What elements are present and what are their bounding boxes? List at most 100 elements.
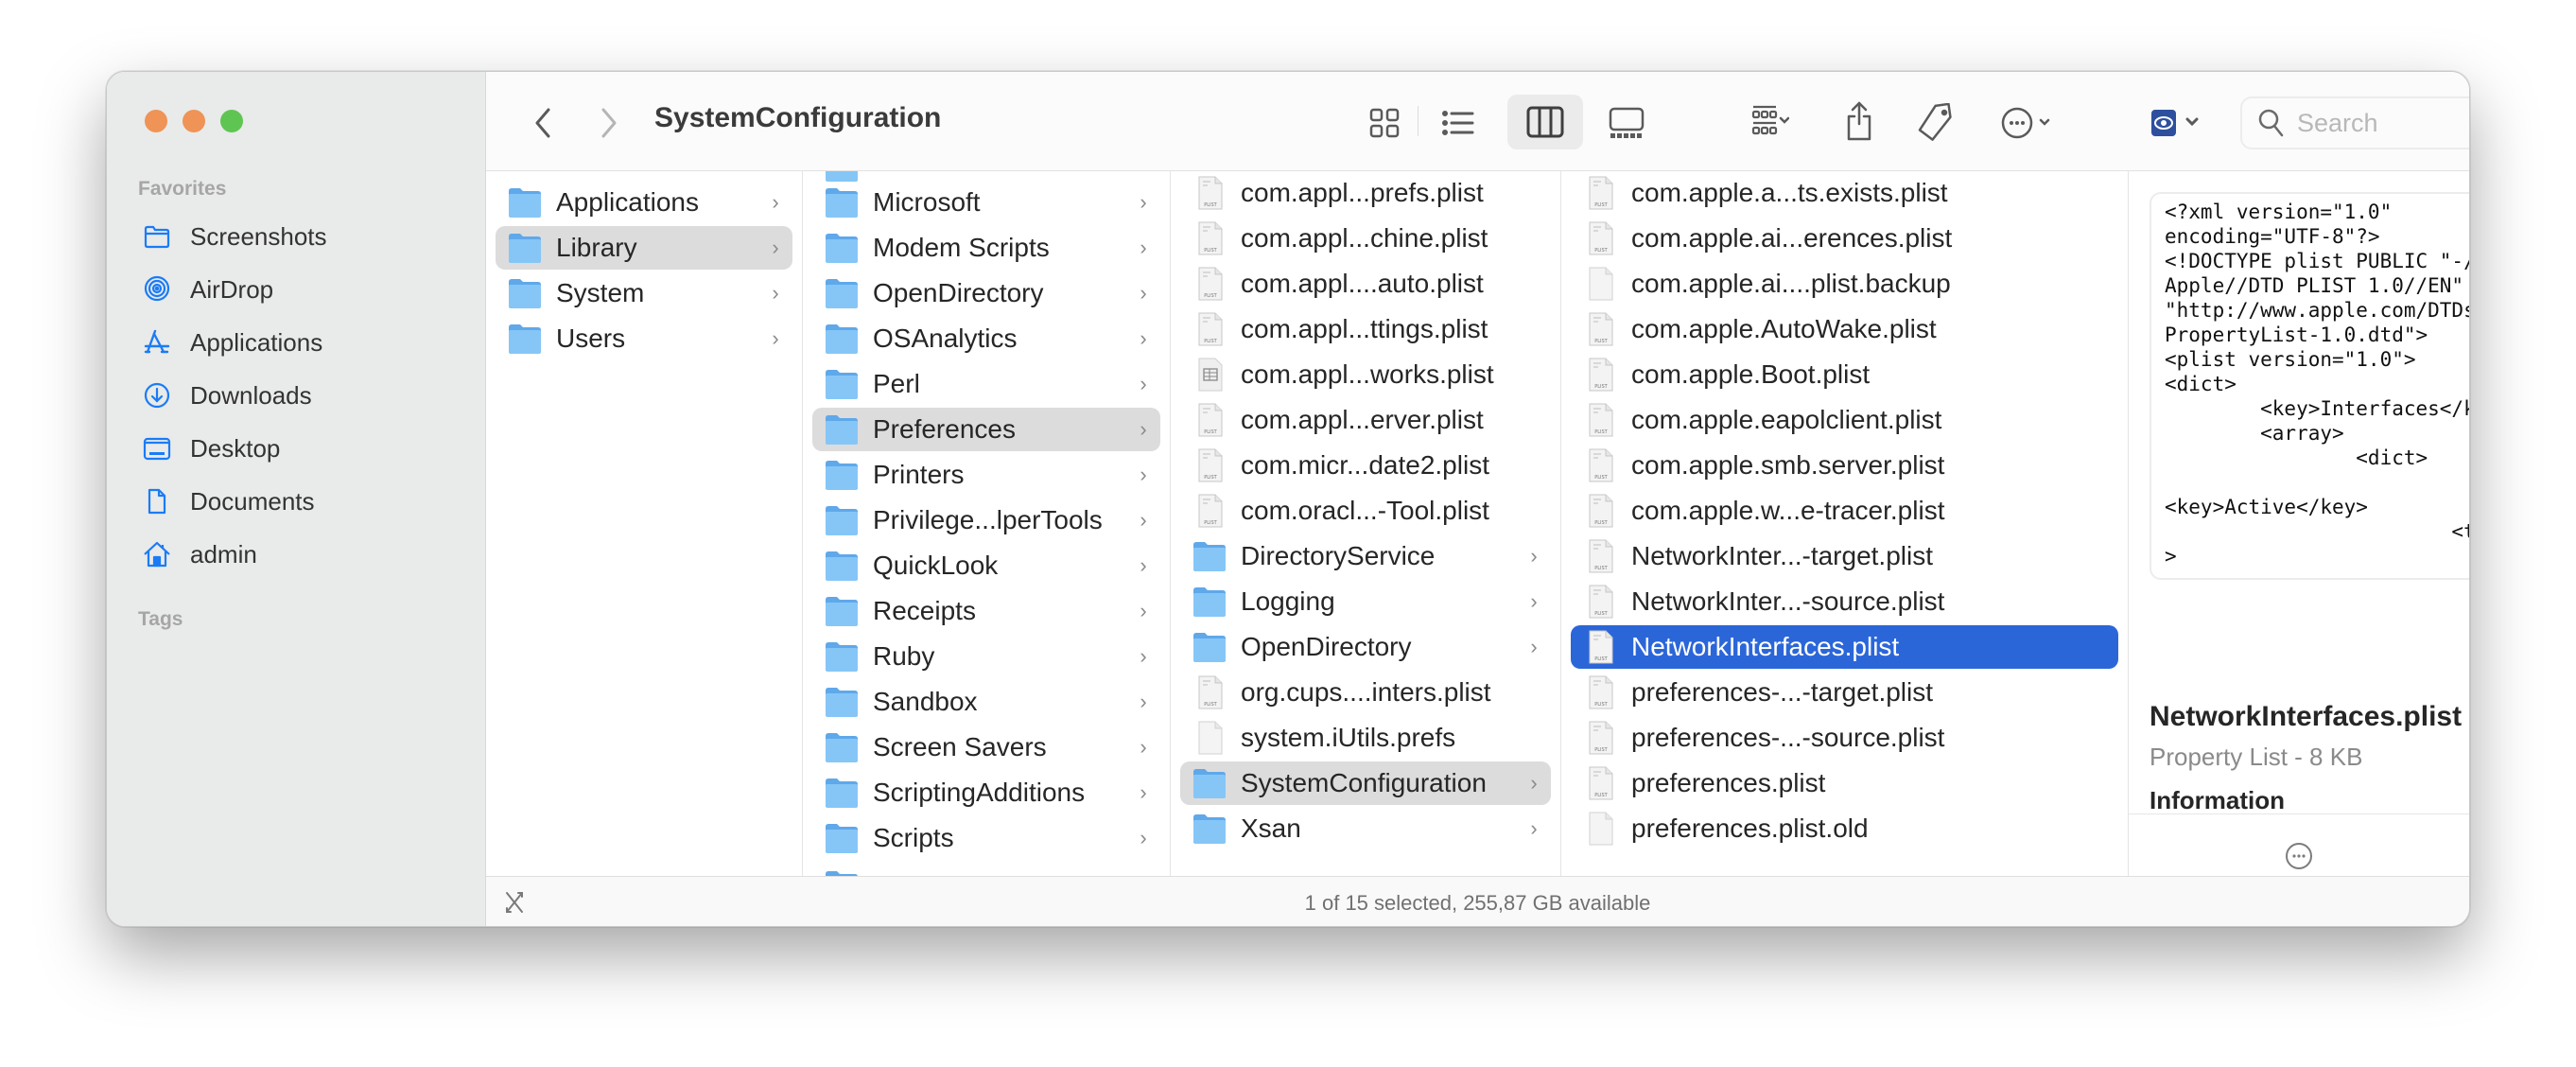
information-heading: Information — [2150, 786, 2285, 811]
sidebar-item-desktop[interactable]: Desktop — [130, 422, 470, 475]
folder-row[interactable]: Sandbox › — [812, 680, 1160, 724]
file-row[interactable]: PLIST com.appl...ttings.plist — [1180, 307, 1551, 351]
forward-button[interactable] — [592, 104, 626, 142]
close-button[interactable] — [145, 110, 167, 132]
file-row[interactable]: PLIST com.apple.eapolclient.plist — [1571, 398, 2118, 442]
plist-file-icon: PLIST — [1192, 267, 1227, 301]
preview-toggle-button[interactable] — [2147, 102, 2213, 144]
file-row[interactable]: PLIST preferences-...-target.plist — [1571, 671, 2118, 714]
icon-view-button[interactable] — [1360, 98, 1409, 148]
column-2[interactable]: Microsoft › Modem Scripts › OpenDirectory › OS… — [803, 171, 1171, 876]
folder-row[interactable]: Privilege...lperTools › — [812, 499, 1160, 542]
item-name: Logging — [1241, 586, 1335, 616]
column-view-button[interactable] — [1507, 95, 1583, 149]
folder-icon — [141, 222, 173, 251]
sidebar-item-applications[interactable]: Applications — [130, 316, 470, 369]
folder-row[interactable]: Applications › — [496, 181, 792, 224]
file-row[interactable]: PLIST com.apple.Boot.plist — [1571, 353, 2118, 396]
folder-row[interactable]: SystemConfiguration › — [1180, 761, 1551, 805]
action-menu-button[interactable] — [1990, 96, 2065, 149]
file-row[interactable]: PLIST com.appl...chine.plist — [1180, 217, 1551, 260]
file-row[interactable]: PLIST com.apple.smb.server.plist — [1571, 444, 2118, 487]
folder-row[interactable]: Preferences › — [812, 408, 1160, 451]
share-button[interactable] — [1838, 93, 1880, 149]
item-name: QuickLook — [873, 551, 999, 580]
file-row[interactable]: system.iUtils.prefs — [1180, 716, 1551, 760]
chevron-right-icon: › — [1140, 508, 1147, 532]
folder-row[interactable]: ScriptingAdditions › — [812, 771, 1160, 814]
folder-row[interactable]: Users › — [496, 317, 792, 360]
chevron-right-icon: › — [1140, 780, 1147, 804]
plist-file-icon: PLIST — [1582, 312, 1618, 346]
file-row[interactable]: PLIST com.oracl...-Tool.plist — [1180, 489, 1551, 533]
plist-file-icon: PLIST — [1192, 494, 1227, 528]
file-row[interactable]: PLIST org.cups....inters.plist — [1180, 671, 1551, 714]
folder-row[interactable]: DirectoryService › — [1180, 534, 1551, 578]
file-row[interactable]: preferences.plist.old — [1571, 807, 2118, 850]
column-1[interactable]: Applications › Library › System › Users › — [486, 171, 803, 876]
folder-row[interactable]: System › — [496, 271, 792, 315]
file-row[interactable]: PLIST NetworkInter...-source.plist — [1571, 580, 2118, 623]
ellipsis-circle-icon — [2286, 843, 2312, 869]
gallery-view-button[interactable] — [1602, 98, 1651, 148]
file-row[interactable]: PLIST com.apple.AutoWake.plist — [1571, 307, 2118, 351]
file-row[interactable]: PLIST com.apple.a...ts.exists.plist — [1571, 171, 2118, 215]
folder-row[interactable]: Ruby › — [812, 635, 1160, 678]
file-row[interactable]: PLIST NetworkInterfaces.plist — [1571, 625, 2118, 669]
item-name: system.iUtils.prefs — [1241, 723, 1456, 752]
folder-row[interactable]: Logging › — [1180, 580, 1551, 623]
folder-row[interactable]: Microsoft › — [812, 181, 1160, 224]
tag-button[interactable] — [1912, 95, 1959, 149]
file-row[interactable]: PLIST com.apple.w...e-tracer.plist — [1571, 489, 2118, 533]
file-row[interactable]: com.apple.ai....plist.backup — [1571, 262, 2118, 306]
file-row[interactable]: com.appl...works.plist — [1180, 353, 1551, 396]
group-by-button[interactable] — [1732, 96, 1808, 149]
file-row[interactable]: PLIST preferences.plist — [1571, 761, 2118, 805]
column-3[interactable]: PLIST com.appl...prefs.plist PLIST com.appl… — [1171, 171, 1561, 876]
back-button[interactable] — [526, 104, 560, 142]
folder-row[interactable]: OpenDirectory › — [812, 271, 1160, 315]
chevron-right-icon: › — [1530, 816, 1538, 840]
minimize-button[interactable] — [183, 110, 205, 132]
folder-row[interactable]: OpenDirectory › — [1180, 625, 1551, 669]
folder-row[interactable]: Scripts › — [812, 816, 1160, 860]
item-name: Library — [556, 233, 637, 262]
folder-row[interactable]: Library › — [496, 226, 792, 270]
sidebar-item-admin[interactable]: admin — [130, 528, 470, 581]
item-name: DirectoryService — [1241, 541, 1436, 570]
folder-row[interactable]: Modem Scripts › — [812, 226, 1160, 270]
file-row[interactable]: PLIST preferences-...-source.plist — [1571, 716, 2118, 760]
sidebar-item-screenshots[interactable]: Screenshots — [130, 210, 470, 263]
zoom-button[interactable] — [220, 110, 243, 132]
sidebar-item-documents[interactable]: Documents — [130, 475, 470, 528]
column-4[interactable]: PLIST com.apple.a...ts.exists.plist PLIST c… — [1561, 171, 2129, 876]
folder-icon — [824, 322, 860, 356]
sidebar-item-downloads[interactable]: Downloads — [130, 369, 470, 422]
folder-row[interactable]: Printers › — [812, 453, 1160, 497]
folder-row[interactable]: Perl › — [812, 362, 1160, 406]
folder-icon — [824, 776, 860, 810]
file-row[interactable]: PLIST com.appl...prefs.plist — [1180, 171, 1551, 215]
file-row[interactable]: PLIST NetworkInter...-target.plist — [1571, 534, 2118, 578]
search-input[interactable] — [2297, 108, 2469, 138]
grid-icon — [1369, 108, 1400, 138]
svg-text:PLIST: PLIST — [1594, 566, 1608, 571]
toolbar: SystemConfiguration — [486, 72, 2469, 171]
folder-row[interactable]: Screen Savers › — [812, 726, 1160, 769]
file-row[interactable]: PLIST com.apple.ai...erences.plist — [1571, 217, 2118, 260]
item-name: Modem Scripts — [873, 233, 1050, 262]
folder-row[interactable]: OSAnalytics › — [812, 317, 1160, 360]
file-row[interactable]: PLIST com.appl...erver.plist — [1180, 398, 1551, 442]
plist-file-icon: PLIST — [1582, 403, 1618, 437]
folder-row[interactable]: Xsan › — [1180, 807, 1551, 850]
file-row[interactable]: PLIST com.micr...date2.plist — [1180, 444, 1551, 487]
folder-icon — [824, 367, 860, 401]
search-field[interactable] — [2240, 96, 2469, 149]
folder-row[interactable]: QuickLook › — [812, 544, 1160, 587]
list-view-button[interactable] — [1434, 98, 1483, 148]
file-row[interactable]: PLIST com.appl....auto.plist — [1180, 262, 1551, 306]
sidebar-item-airdrop[interactable]: AirDrop — [130, 263, 470, 316]
folder-row[interactable]: Receipts › — [812, 589, 1160, 633]
chevron-right-icon: › — [1140, 690, 1147, 713]
list-item-partial — [812, 864, 1160, 876]
